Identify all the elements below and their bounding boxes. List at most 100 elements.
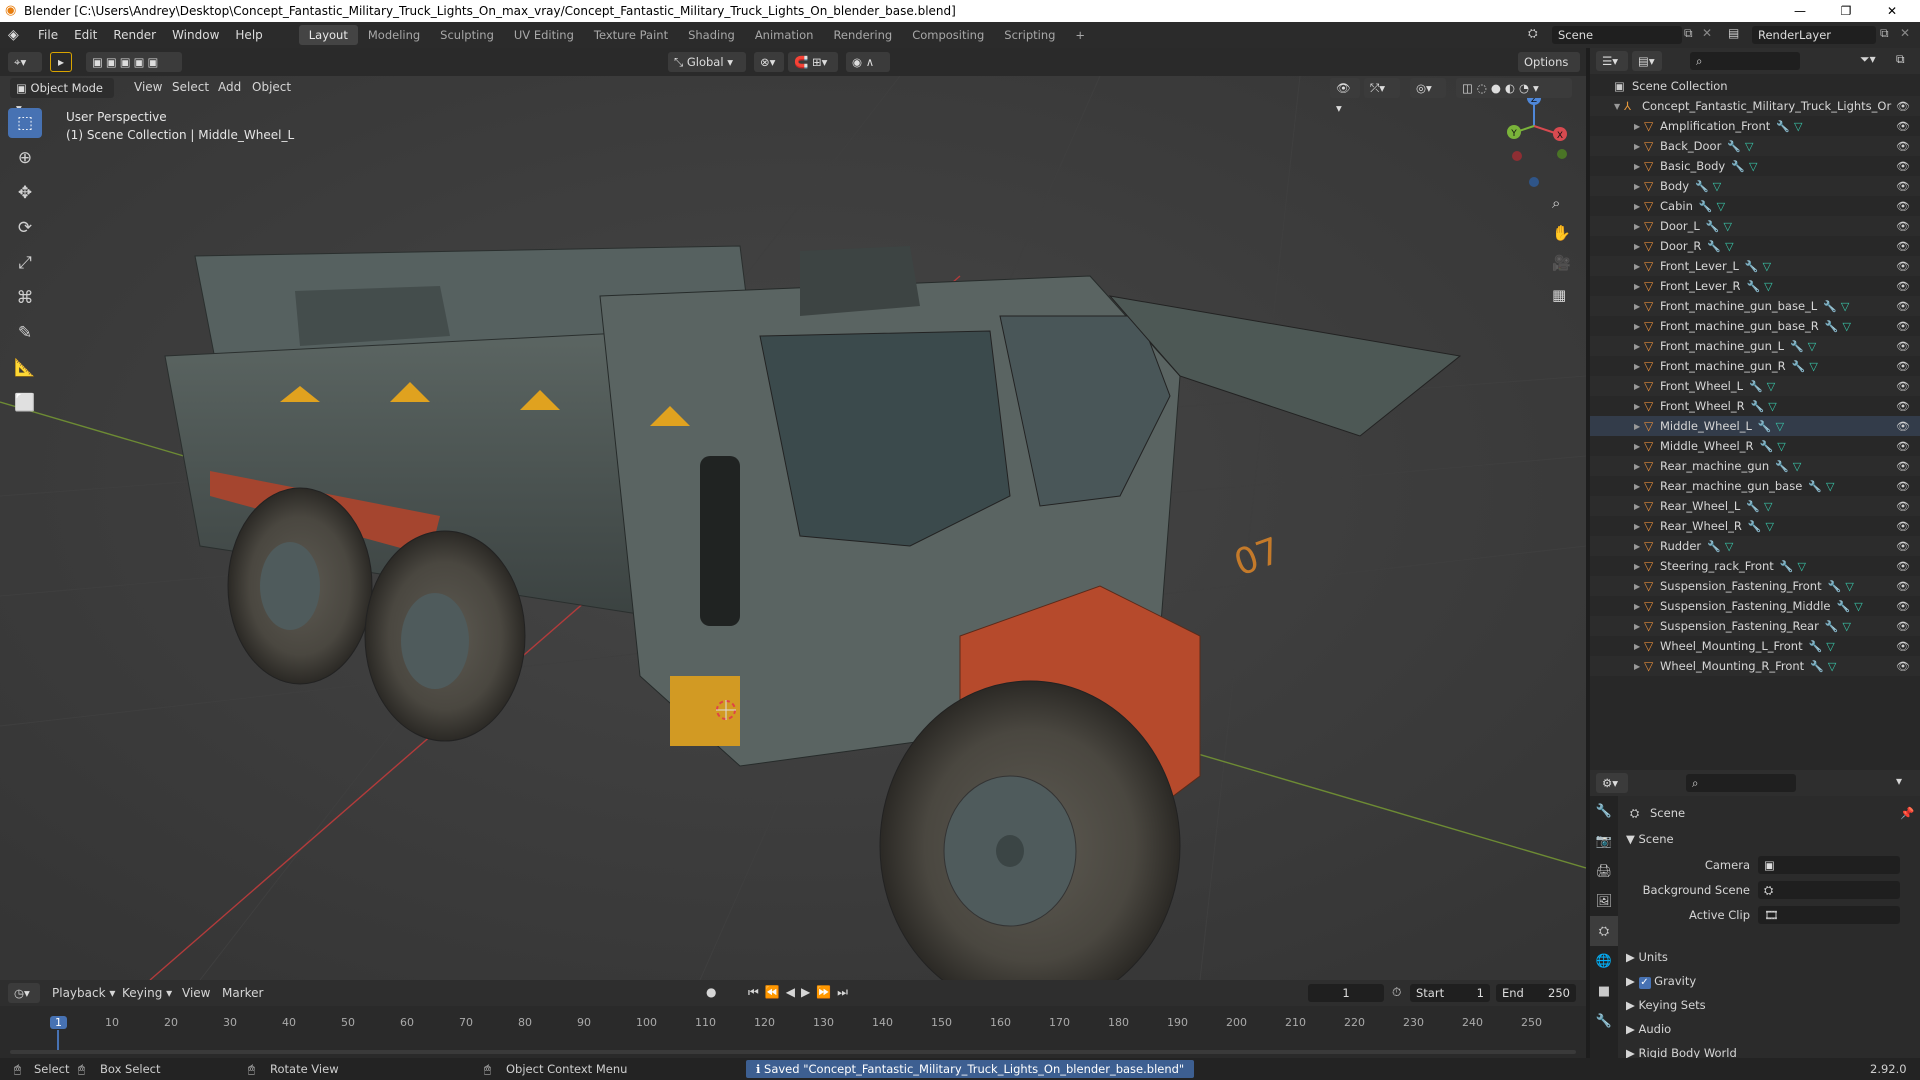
expand-chevron-icon[interactable]: ▶	[1634, 302, 1644, 311]
visibility-eye-icon[interactable]: 👁	[1896, 620, 1910, 633]
modifier-wrench-icon[interactable]: 🔧	[1837, 600, 1851, 613]
visibility-eye-icon[interactable]: 👁	[1896, 580, 1910, 593]
visibility-eye-icon[interactable]: 👁	[1896, 520, 1910, 533]
modifier-wrench-icon[interactable]: 🔧	[1746, 500, 1760, 513]
close-window-button[interactable]: ✕	[1870, 0, 1914, 22]
expand-chevron-icon[interactable]: ▶	[1634, 582, 1644, 591]
outliner-item[interactable]: ▶ ▽ Front_Wheel_L 🔧 ▽ 👁	[1590, 376, 1920, 396]
minimize-button[interactable]: —	[1778, 0, 1822, 22]
outliner-item[interactable]: ▶ ▽ Rear_Wheel_L 🔧 ▽ 👁	[1590, 496, 1920, 516]
visibility-eye-icon[interactable]: 👁	[1896, 220, 1910, 233]
delete-scene-icon[interactable]: ✕	[1702, 26, 1712, 40]
selection-modes-icon[interactable]: ▣▣▣▣▣	[86, 52, 182, 72]
blender-menu-icon[interactable]: ◈	[8, 27, 30, 43]
cursor-tool-icon[interactable]: ⊕	[8, 143, 42, 173]
outliner-item[interactable]: ▶ ▽ Front_machine_gun_L 🔧 ▽ 👁	[1590, 336, 1920, 356]
mesh-data-icon[interactable]: ▽	[1768, 400, 1776, 413]
expand-chevron-icon[interactable]: ▶	[1634, 422, 1644, 431]
gizmo-toggle-icon[interactable]: ⤱▾	[1364, 78, 1400, 98]
modifier-wrench-icon[interactable]: 🔧	[1731, 160, 1745, 173]
shading-modes-icon[interactable]: ◫◌●◐◔▾	[1456, 78, 1572, 98]
active-clip-field[interactable]: 🎞	[1758, 906, 1900, 924]
mesh-data-icon[interactable]: ▽	[1841, 300, 1849, 313]
expand-chevron-icon[interactable]: ▶	[1634, 622, 1644, 631]
overlay-toggle-icon[interactable]: ◎▾	[1410, 78, 1446, 98]
expand-chevron-icon[interactable]: ▶	[1634, 442, 1644, 451]
options-dropdown[interactable]: Options ▾	[1518, 52, 1580, 89]
outliner-root-row[interactable]: ▣ Scene Collection	[1590, 76, 1920, 96]
new-scene-icon[interactable]: ⧉	[1684, 26, 1693, 41]
modifier-wrench-icon[interactable]: 🔧	[1790, 340, 1804, 353]
outliner-item[interactable]: ▶ ▽ Cabin 🔧 ▽ 👁	[1590, 196, 1920, 216]
tab-layout[interactable]: Layout	[298, 25, 358, 45]
visibility-eye-icon[interactable]: 👁	[1896, 360, 1910, 373]
outliner-item[interactable]: ▶ ▽ Rear_machine_gun_base 🔧 ▽ 👁	[1590, 476, 1920, 496]
snap-icon[interactable]: 🧲 ⊞▾	[788, 52, 838, 72]
move-tool-icon[interactable]: ✥	[8, 178, 42, 208]
expand-chevron-icon[interactable]: ▶	[1634, 462, 1644, 471]
modifier-wrench-icon[interactable]: 🔧	[1810, 660, 1824, 673]
mesh-data-icon[interactable]: ▽	[1843, 320, 1851, 333]
expand-chevron-icon[interactable]: ▶	[1634, 122, 1644, 131]
outliner-item[interactable]: ▶ ▽ Rear_machine_gun 🔧 ▽ 👁	[1590, 456, 1920, 476]
tab-scripting[interactable]: Scripting	[994, 25, 1065, 45]
tab-rendering[interactable]: Rendering	[823, 25, 902, 45]
scale-tool-icon[interactable]: ⤢	[8, 248, 42, 278]
outliner-item[interactable]: ▶ ▽ Rudder 🔧 ▽ 👁	[1590, 536, 1920, 556]
expand-chevron-icon[interactable]: ▶	[1634, 262, 1644, 271]
outliner-item[interactable]: ▶ ▽ Door_R 🔧 ▽ 👁	[1590, 236, 1920, 256]
expand-chevron-icon[interactable]: ▶	[1634, 282, 1644, 291]
display-mode-icon[interactable]: ▤▾	[1632, 51, 1662, 71]
modifier-wrench-icon[interactable]: 🔧	[1748, 520, 1762, 533]
add-workspace-button[interactable]: +	[1065, 25, 1095, 45]
visibility-eye-icon[interactable]: 👁	[1896, 600, 1910, 613]
mesh-data-icon[interactable]: ▽	[1749, 160, 1757, 173]
mesh-data-icon[interactable]: ▽	[1764, 500, 1772, 513]
outliner-item[interactable]: ▶ ▽ Back_Door 🔧 ▽ 👁	[1590, 136, 1920, 156]
select-box-tool-icon[interactable]: ⬚	[8, 108, 42, 138]
tool-tab-icon[interactable]: 🔧	[1590, 796, 1618, 826]
background-scene-field[interactable]: ⛭	[1758, 881, 1900, 899]
mesh-data-icon[interactable]: ▽	[1745, 140, 1753, 153]
timeline-ruler[interactable]: 1 10 20 30 40 50 60 70 80 90 100 110 120 130 140 150 160…	[0, 980, 1586, 1058]
pivot-point-icon[interactable]: ⊗▾	[754, 52, 784, 72]
modifier-wrench-icon[interactable]: 🔧	[1751, 400, 1765, 413]
mesh-data-icon[interactable]: ▽	[1793, 460, 1801, 473]
expand-chevron-icon[interactable]: ▶	[1634, 222, 1644, 231]
modifier-wrench-icon[interactable]: 🔧	[1707, 540, 1721, 553]
perspective-toggle-icon[interactable]: ▦	[1552, 286, 1566, 304]
mesh-data-icon[interactable]: ▽	[1845, 580, 1853, 593]
mesh-data-icon[interactable]: ▽	[1763, 260, 1771, 273]
modifier-wrench-icon[interactable]: 🔧	[1792, 360, 1806, 373]
modifier-wrench-icon[interactable]: 🔧	[1759, 440, 1773, 453]
scene-panel-toggle[interactable]: ▼ Scene	[1626, 832, 1674, 846]
properties-options-icon[interactable]: ▾	[1896, 774, 1902, 788]
mesh-data-icon[interactable]: ▽	[1717, 200, 1725, 213]
visibility-eye-icon[interactable]: 👁	[1896, 120, 1910, 133]
modifier-wrench-icon[interactable]: 🔧	[1699, 200, 1713, 213]
camera-field[interactable]: ▣	[1758, 856, 1900, 874]
modifier-wrench-icon[interactable]: 🔧	[1825, 320, 1839, 333]
pan-hand-icon[interactable]: ✋	[1552, 224, 1571, 242]
expand-chevron-icon[interactable]: ▶	[1634, 182, 1644, 191]
tab-shading[interactable]: Shading	[678, 25, 745, 45]
render-tab-icon[interactable]: 📷	[1590, 826, 1618, 856]
visibility-eye-icon[interactable]: 👁	[1896, 240, 1910, 253]
world-tab-icon[interactable]: 🌐	[1590, 946, 1618, 976]
expand-chevron-icon[interactable]: ▶	[1634, 502, 1644, 511]
tab-texture-paint[interactable]: Texture Paint	[584, 25, 678, 45]
maximize-button[interactable]: ❐	[1824, 0, 1868, 22]
transform-orientation-dropdown[interactable]: ⤡ Global ▾	[668, 52, 746, 72]
expand-chevron-icon[interactable]: ▶	[1634, 662, 1644, 671]
outliner-item[interactable]: ▶ ▽ Door_L 🔧 ▽ 👁	[1590, 216, 1920, 236]
outliner-item[interactable]: ▶ ▽ Front_Wheel_R 🔧 ▽ 👁	[1590, 396, 1920, 416]
outliner-item[interactable]: ▶ ▽ Steering_rack_Front 🔧 ▽ 👁	[1590, 556, 1920, 576]
pin-icon[interactable]: 📌	[1900, 806, 1914, 820]
outliner-search-input[interactable]: ⌕	[1690, 52, 1800, 70]
visibility-eye-icon[interactable]: 👁	[1896, 440, 1910, 453]
mesh-data-icon[interactable]: ▽	[1808, 340, 1816, 353]
mesh-data-icon[interactable]: ▽	[1725, 540, 1733, 553]
proportional-edit-icon[interactable]: ◉ ∧	[846, 52, 890, 72]
visibility-eye-icon[interactable]: 👁	[1896, 140, 1910, 153]
visibility-eye-icon[interactable]: 👁	[1896, 660, 1910, 673]
